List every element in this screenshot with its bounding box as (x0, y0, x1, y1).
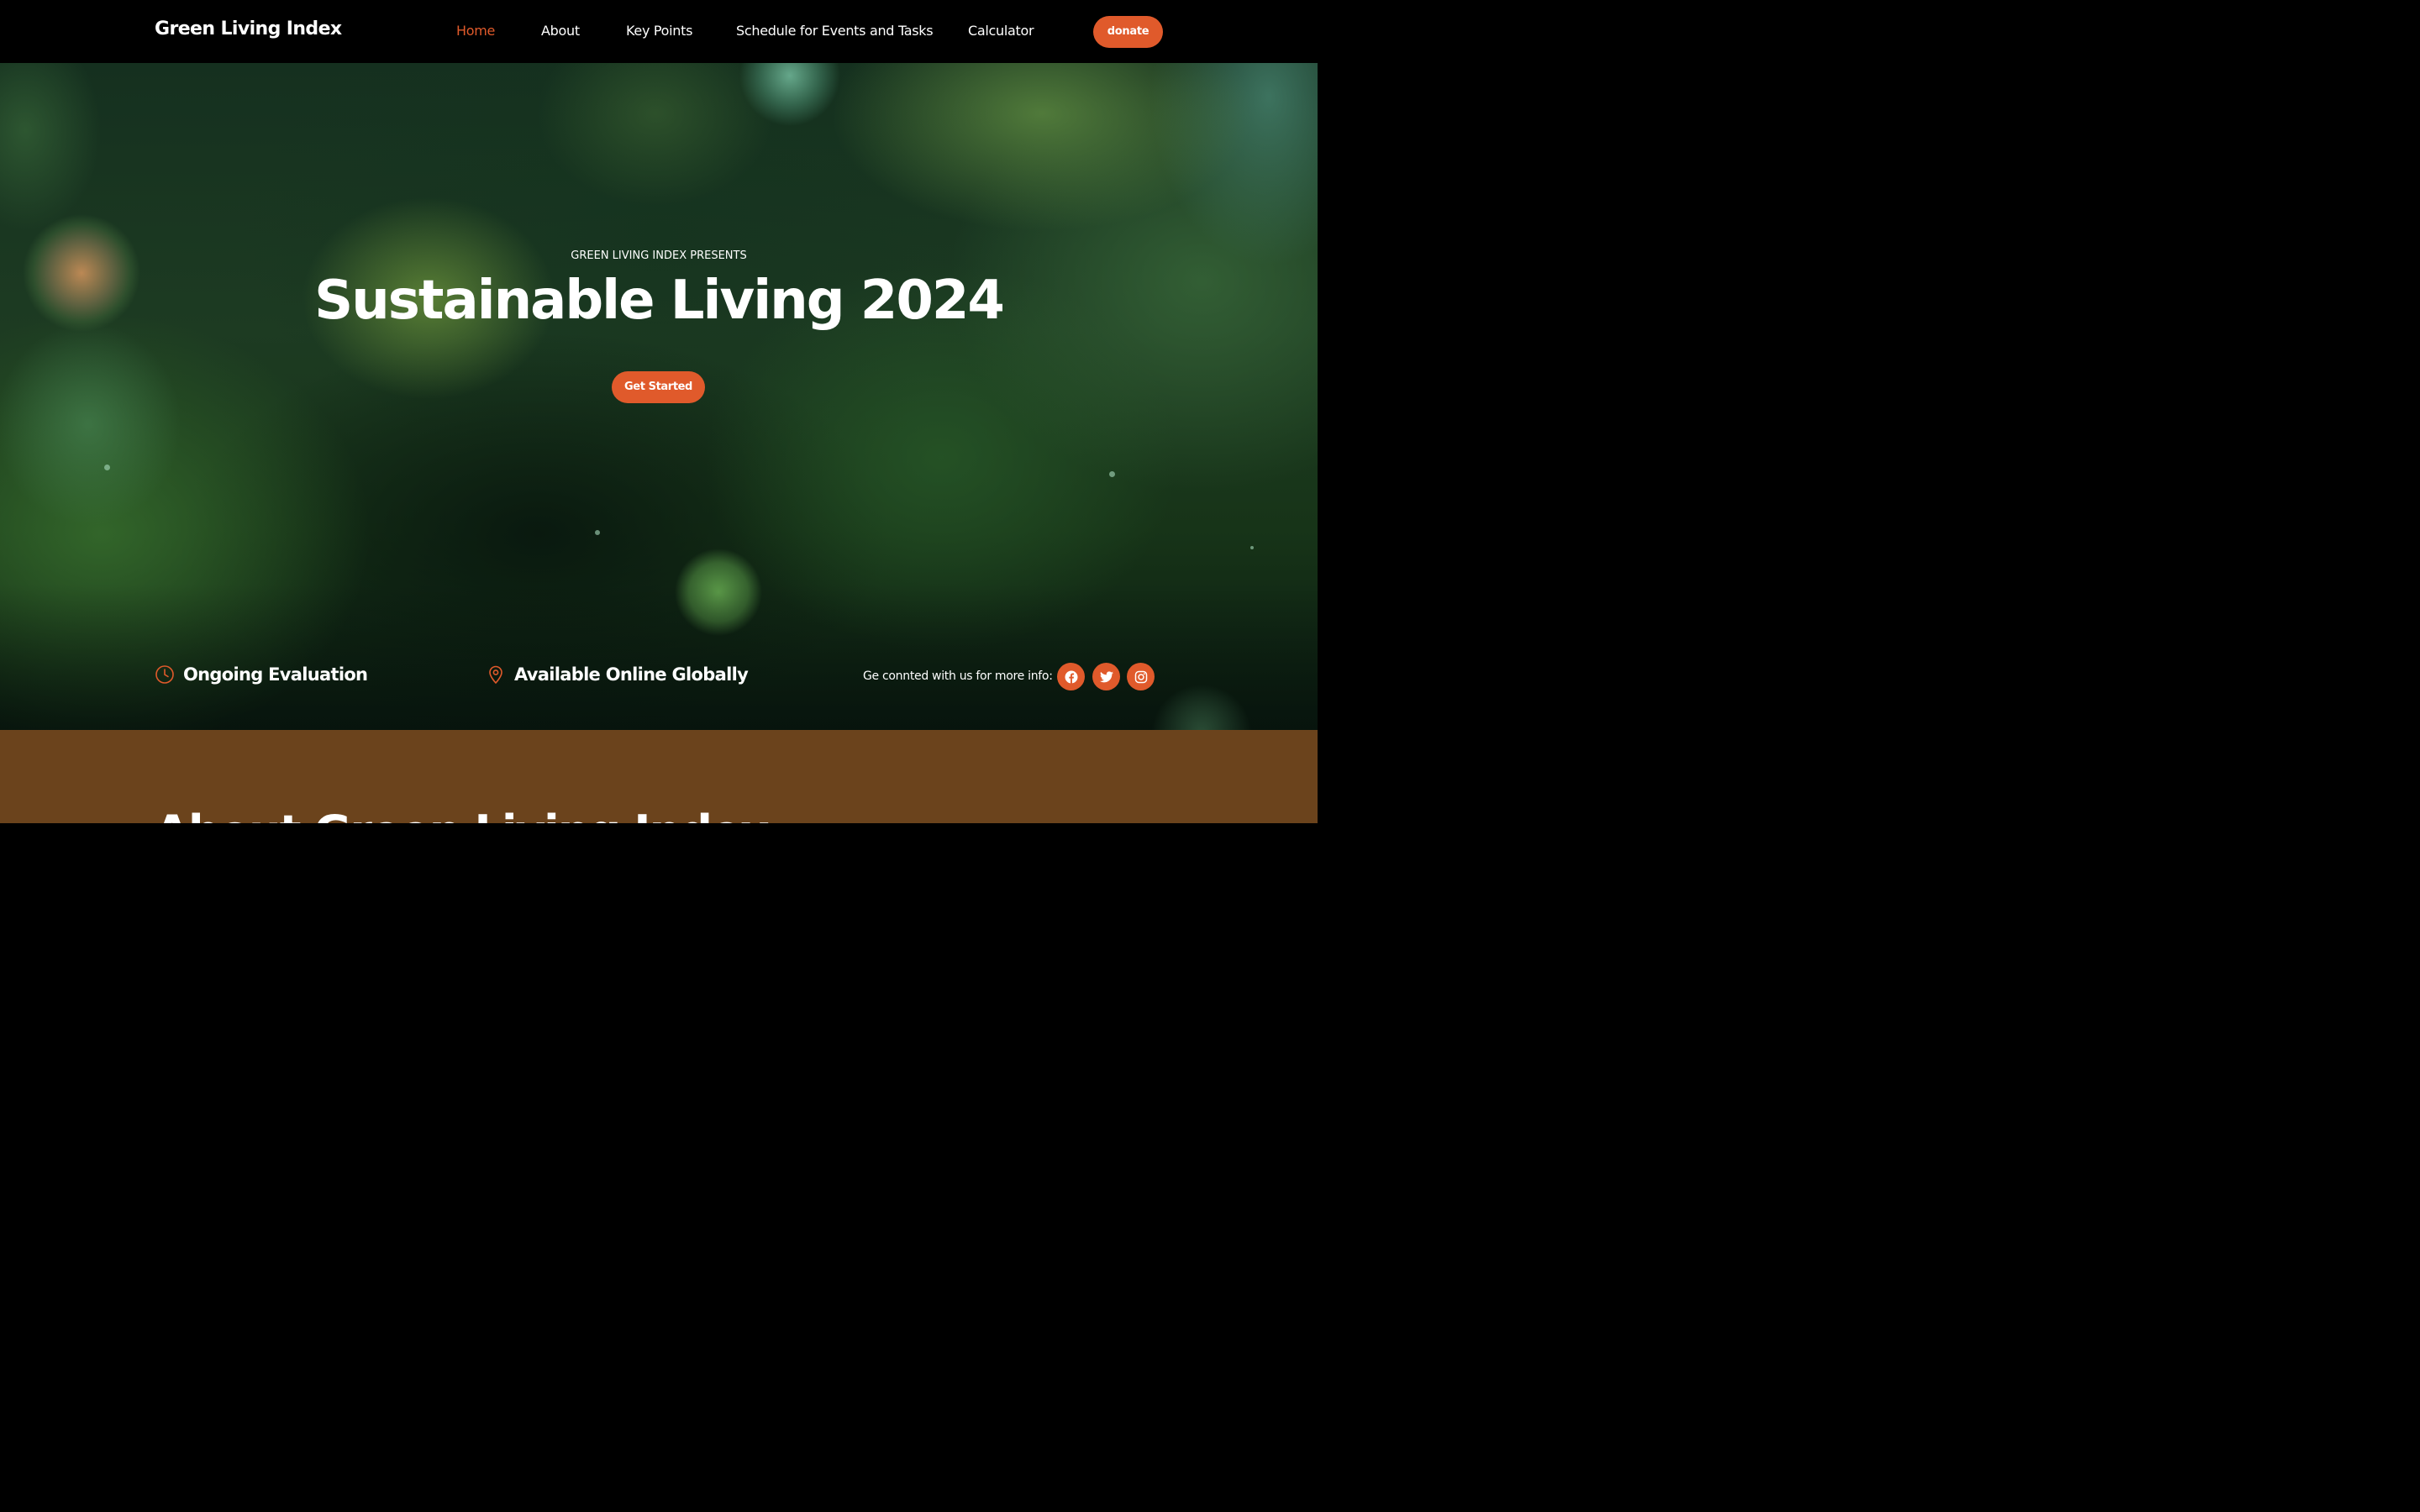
nav-link-calculator[interactable]: Calculator (968, 23, 1034, 39)
location-pin-icon (489, 665, 502, 685)
hero-bottom-shade (0, 584, 1318, 730)
info-ongoing-evaluation: Ongoing Evaluation (155, 661, 368, 688)
brand-logo[interactable]: Green Living Index (155, 18, 342, 39)
nav-link-home[interactable]: Home (456, 23, 495, 39)
bokeh-dot (1109, 471, 1115, 477)
bokeh-dot (104, 465, 110, 470)
facebook-icon (1065, 670, 1077, 683)
bokeh-dot (595, 530, 600, 535)
connect-label: Ge connted with us for more info: (863, 669, 1053, 683)
info-label: Available Online Globally (514, 664, 749, 685)
bokeh-dot (1250, 546, 1254, 549)
hero-eyebrow: GREEN LIVING INDEX PRESENTS (571, 249, 747, 262)
hero-section: GREEN LIVING INDEX PRESENTS Sustainable … (0, 63, 1318, 730)
facebook-button[interactable] (1057, 663, 1085, 690)
about-section: About Green Living Index (0, 730, 1318, 823)
twitter-button[interactable] (1092, 663, 1120, 690)
info-label: Ongoing Evaluation (183, 664, 368, 685)
nav-link-key-points[interactable]: Key Points (626, 23, 692, 39)
top-navbar: Green Living Index Home About Key Points… (0, 0, 1318, 63)
clock-icon (155, 665, 174, 684)
instagram-button[interactable] (1127, 663, 1155, 690)
about-title: About Green Living Index (155, 806, 770, 823)
instagram-icon (1134, 670, 1147, 683)
hero-title: Sustainable Living 2024 (314, 270, 1005, 332)
get-started-button[interactable]: Get Started (612, 371, 705, 403)
nav-link-schedule[interactable]: Schedule for Events and Tasks (736, 23, 934, 39)
twitter-icon (1099, 670, 1113, 682)
info-available-online: Available Online Globally (486, 661, 749, 688)
nav-link-about[interactable]: About (541, 23, 580, 39)
donate-button[interactable]: donate (1093, 16, 1163, 48)
